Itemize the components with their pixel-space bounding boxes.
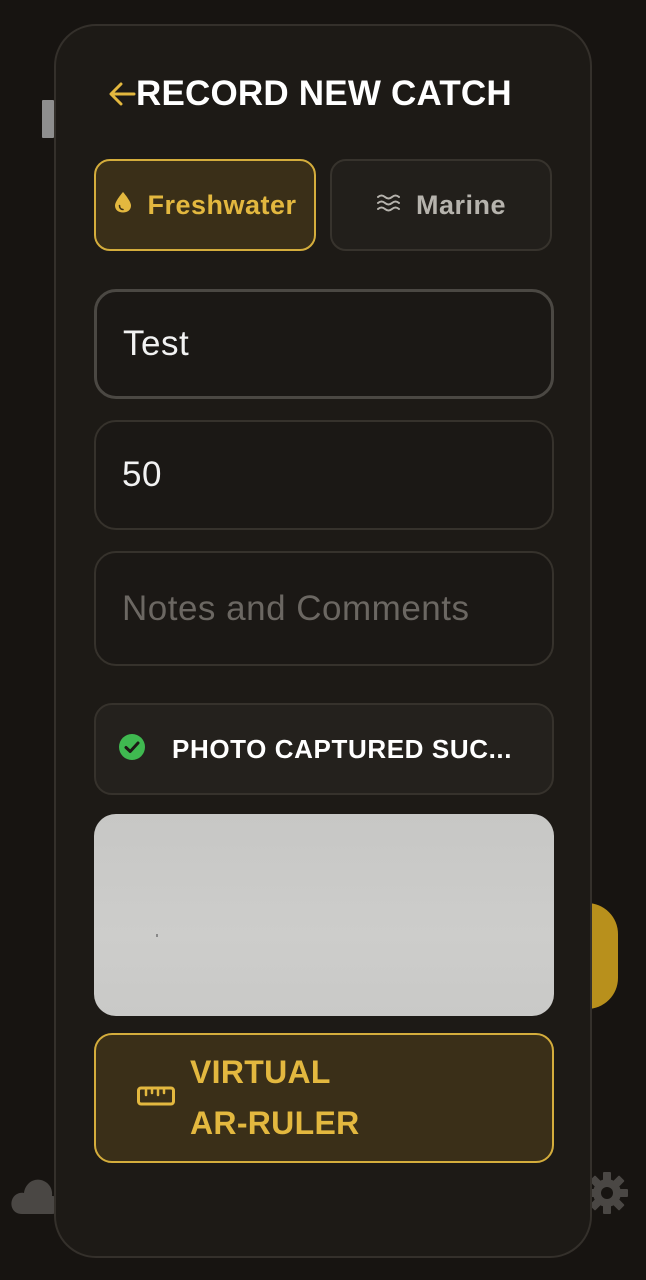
ar-ruler-label-line1: VIRTUAL (190, 1054, 331, 1090)
catch-photo-preview[interactable] (94, 814, 554, 1016)
ruler-icon (136, 1083, 176, 1114)
notes-input[interactable] (122, 588, 552, 629)
arrow-left-icon[interactable] (106, 78, 138, 110)
marine-label: Marine (415, 189, 507, 220)
water-drop-icon (113, 190, 133, 221)
record-catch-modal: RECORD NEW CATCH Freshwater Marine Test … (54, 24, 592, 1258)
species-name-input[interactable] (123, 324, 551, 364)
photo-status-banner: PHOTO CAPTURED SUC... (94, 703, 554, 795)
ar-ruler-button[interactable]: VIRTUAL AR-RULER (94, 1033, 554, 1163)
check-circle-icon (118, 733, 146, 766)
photo-status-text: PHOTO CAPTURED SUC... (172, 733, 513, 764)
ar-ruler-label-line2: AR-RULER (190, 1105, 360, 1141)
notes-field[interactable] (94, 551, 554, 666)
freshwater-button[interactable]: Freshwater (94, 159, 316, 251)
page-title: RECORD NEW CATCH (136, 74, 512, 113)
modal-header: RECORD NEW CATCH (106, 74, 512, 114)
length-field[interactable] (94, 420, 554, 530)
background-indicator (42, 100, 54, 138)
marine-button[interactable]: Marine (330, 159, 552, 251)
species-name-field[interactable] (94, 289, 554, 399)
waves-icon (376, 190, 402, 221)
length-input[interactable] (122, 455, 552, 495)
freshwater-label: Freshwater (147, 189, 297, 220)
water-type-toggle: Freshwater Marine (94, 159, 554, 251)
ar-ruler-label: VIRTUAL AR-RULER (190, 1047, 360, 1149)
